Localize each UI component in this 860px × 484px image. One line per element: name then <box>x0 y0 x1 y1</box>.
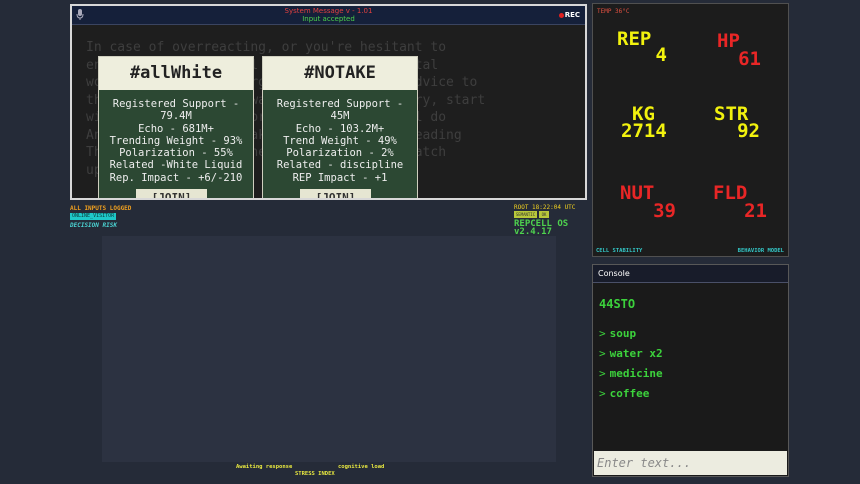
stress-index-label: STRESS INDEX <box>295 471 335 477</box>
window-title: System Message v - 1.01 <box>284 7 373 15</box>
prompt-chevron: > <box>599 347 606 360</box>
root-time-label: ROOT 18:22:04 UTC <box>514 204 576 211</box>
rep-value: 4 <box>655 44 667 66</box>
cognitive-load-label: cognitive load <box>338 464 385 470</box>
console-item[interactable]: > water x2 <box>599 347 663 360</box>
card-line: 79.4M <box>160 110 192 123</box>
console-text-input[interactable] <box>594 451 787 475</box>
cell-stability-label: CELL STABILITY <box>596 248 643 254</box>
temperature-readout: TEMP 36°C <box>597 8 630 15</box>
behavior-model-label: BEHAVIOR MODEL <box>737 248 784 254</box>
console-title: Console <box>593 265 788 283</box>
card-line: Echo - 103.2M+ <box>295 122 385 135</box>
card-stats: Registered Support - 79.4M Echo - 681M+ … <box>99 90 253 184</box>
join-button-notake[interactable]: [JOIN] <box>300 189 371 198</box>
hp-value: 61 <box>738 48 761 70</box>
console-balance: 44STO <box>599 297 636 311</box>
console-panel: Console 44STO > soup > water x2 > medicine … <box>592 264 789 477</box>
card-line: Registered Support - <box>276 98 404 110</box>
fld-value: 21 <box>744 200 767 222</box>
rec-label: REC <box>564 11 580 19</box>
join-button-allwhite[interactable]: [JOIN] <box>136 189 207 198</box>
card-hashtag: #NOTAKE <box>263 57 417 90</box>
card-stats: Registered Support - 45M Echo - 103.2M+ … <box>263 90 417 184</box>
console-item-label: coffee <box>609 387 650 400</box>
prompt-chevron: > <box>599 327 606 340</box>
kg-value: 2714 <box>621 120 667 142</box>
vital-stats-panel: TEMP 36°C REP 4 HP 61 KG 2714 STR 92 NUT… <box>592 3 789 257</box>
card-line: Trend Weight - 49% <box>283 134 397 147</box>
inputs-logged-label: ALL INPUTS LOGGED <box>70 205 132 212</box>
console-item-label: medicine <box>609 367 663 380</box>
nut-label: NUT <box>620 182 655 204</box>
card-line: 45M <box>330 110 350 123</box>
card-line: Trending Weight - 93% <box>109 134 243 147</box>
ok-badge: OK <box>539 211 549 218</box>
card-line: Polarization - 55% <box>119 147 233 160</box>
record-dot-icon <box>558 12 564 18</box>
card-line: Related - discipline <box>276 159 404 172</box>
feed-panel <box>102 236 556 462</box>
window-titlebar: System Message v - 1.01 Input accepted R… <box>72 6 585 25</box>
hashtag-card-allwhite: #allWhite Registered Support - 79.4M Ech… <box>98 56 254 198</box>
console-item-label: water x2 <box>609 347 663 360</box>
card-line: Rep. Impact - +6/-210 <box>109 171 243 184</box>
semantic-badge: SEMANTIC <box>514 211 537 218</box>
card-line: Related -White Liquid <box>109 159 243 172</box>
console-item[interactable]: > coffee <box>599 387 649 400</box>
card-line: Echo - 681M+ <box>138 122 214 135</box>
hashtag-card-notake: #NOTAKE Registered Support - 45M Echo - … <box>262 56 418 198</box>
card-hashtag: #allWhite <box>99 57 253 90</box>
system-message-window: System Message v - 1.01 Input accepted R… <box>70 4 587 200</box>
card-line: Polarization - 2% <box>286 147 394 160</box>
message-body: In case of overreacting, or you're hesit… <box>72 25 585 198</box>
str-value: 92 <box>737 120 760 142</box>
nut-value: 39 <box>653 200 676 222</box>
prompt-chevron: > <box>599 367 606 380</box>
decision-risk-label: DECISION RISK <box>70 222 117 229</box>
awaiting-response-label: Awaiting response <box>236 464 293 470</box>
console-item-label: soup <box>609 327 637 340</box>
console-item[interactable]: > medicine <box>599 367 663 380</box>
prompt-chevron: > <box>599 387 606 400</box>
fld-label: FLD <box>713 182 748 204</box>
card-line: Registered Support - <box>112 98 240 110</box>
hp-label: HP <box>717 30 740 52</box>
card-line: REP Impact - +1 <box>292 171 388 184</box>
rec-indicator: REC <box>558 11 580 19</box>
console-item[interactable]: > soup <box>599 327 636 340</box>
window-subtitle: Input accepted <box>302 15 355 23</box>
online-visitor-badge: ONLINE_VISITOR <box>70 213 117 220</box>
